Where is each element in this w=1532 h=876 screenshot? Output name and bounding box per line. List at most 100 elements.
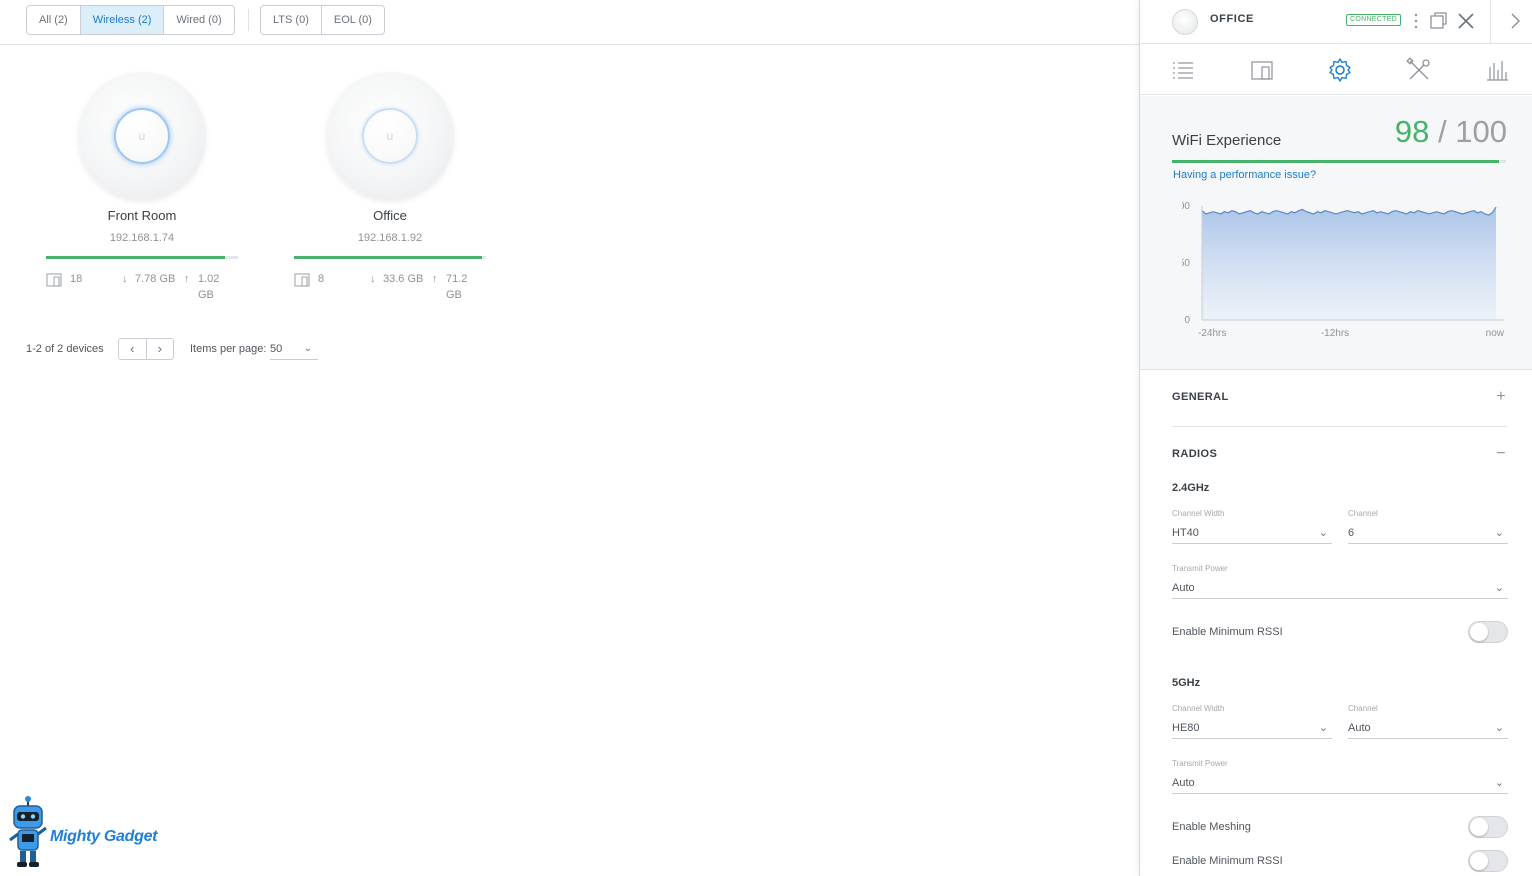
chevron-down-icon: ⌄ <box>1494 527 1504 539</box>
channel-label: Channel <box>1348 704 1378 713</box>
chevron-down-icon: ⌄ <box>1318 722 1328 734</box>
channel-5-value: Auto <box>1348 722 1371 734</box>
device-ip: 192.168.1.74 <box>109 232 175 244</box>
wifi-experience-section: WiFi Experience 98 / 100 Having a perfor… <box>1140 96 1532 370</box>
transmit-power-24-select[interactable]: Auto ⌄ <box>1172 577 1508 599</box>
ubiquiti-logo-icon: u <box>138 129 146 143</box>
close-icon[interactable] <box>1455 10 1477 32</box>
status-badge: CONNECTED <box>1346 14 1402 26</box>
robot-mascot-icon <box>9 796 47 867</box>
filter-divider <box>248 9 249 31</box>
header-divider <box>1490 0 1491 44</box>
channel-24-select[interactable]: 6 ⌄ <box>1348 522 1508 544</box>
chart-y-tick-label: 0 <box>1184 315 1190 326</box>
collapse-panel-chevron-right-icon[interactable] <box>1504 10 1526 32</box>
channel-width-5-select[interactable]: HE80 ⌄ <box>1172 717 1332 739</box>
tab-tools-icon[interactable] <box>1406 57 1432 83</box>
device-card-front-room[interactable]: u Front Room 192.168.1.74 18 ↓ 7.78 GB ↑… <box>46 72 238 301</box>
clients-icon <box>46 273 62 287</box>
device-card-office[interactable]: u Office 192.168.1.92 8 ↓ 33.6 GB ↑ 71.2… <box>294 72 486 301</box>
device-name: Office <box>373 208 407 223</box>
transmit-power-5-select[interactable]: Auto ⌄ <box>1172 772 1508 794</box>
general-section-header[interactable]: GENERAL + <box>1172 388 1508 409</box>
chart-y-tick-label: 100 <box>1182 201 1190 212</box>
next-page-button[interactable]: › <box>147 339 174 359</box>
download-arrow-icon: ↓ <box>370 273 376 285</box>
upload-amount: 1.02 GB <box>198 273 220 301</box>
channel-width-24-select[interactable]: HT40 ⌄ <box>1172 522 1332 544</box>
items-per-page-select[interactable]: 50 ⌄ <box>270 338 318 360</box>
popout-window-icon[interactable] <box>1427 10 1449 32</box>
more-vertical-icon[interactable] <box>1405 10 1427 32</box>
upload-amount: 71.2 GB <box>446 273 468 301</box>
mighty-gadget-watermark: Mighty Gadget <box>8 796 158 872</box>
filter-lts-button[interactable]: LTS (0) <box>261 6 322 34</box>
wifi-experience-bar-fill <box>1172 160 1500 163</box>
experience-bar-fill <box>294 256 483 259</box>
filter-all-button[interactable]: All (2) <box>27 6 81 34</box>
experience-bar-fill <box>46 256 225 259</box>
band-5ghz-title: 5GHz <box>1172 677 1201 689</box>
meshing-row: Enable Meshing <box>1172 814 1508 840</box>
section-divider <box>1172 426 1507 427</box>
meshing-label: Enable Meshing <box>1172 821 1251 833</box>
channel-width-label: Channel Width <box>1172 704 1225 713</box>
chart-x-tick-label: now <box>1486 328 1505 339</box>
score-value: 98 <box>1394 114 1430 149</box>
watermark-text: Mighty Gadget <box>50 828 158 845</box>
channel-5-select[interactable]: Auto ⌄ <box>1348 717 1508 739</box>
client-count: 8 <box>318 273 325 285</box>
toggle-knob <box>1470 852 1488 870</box>
chevron-down-icon: ⌄ <box>1494 722 1504 734</box>
filter-wireless-button[interactable]: Wireless (2) <box>80 6 165 34</box>
experience-bar <box>46 256 238 259</box>
performance-issue-link[interactable]: Having a performance issue? <box>1173 169 1316 181</box>
type-filter-group: All (2) Wireless (2) Wired (0) <box>26 5 235 35</box>
chevron-down-icon: ⌄ <box>1318 527 1328 539</box>
collapse-minus-icon[interactable]: − <box>1496 445 1506 463</box>
chevron-down-icon: ⌄ <box>1494 582 1504 594</box>
device-stats: 18 ↓ 7.78 GB ↑ 1.02 GB <box>46 271 238 301</box>
tab-settings-gear-icon[interactable] <box>1327 57 1353 83</box>
expand-plus-icon[interactable]: + <box>1496 388 1506 406</box>
client-count: 18 <box>70 273 83 285</box>
experience-bar <box>294 256 486 259</box>
min-rssi-5-toggle[interactable] <box>1468 850 1508 872</box>
min-rssi-24-row: Enable Minimum RSSI <box>1172 619 1508 645</box>
filter-eol-button[interactable]: EOL (0) <box>322 6 384 34</box>
device-detail-panel: OFFICE CONNECTED WiFi Experience 98 / 10… <box>1139 0 1532 876</box>
wifi-experience-score: 98 / 100 <box>1395 114 1507 150</box>
channel-width-24-value: HT40 <box>1172 527 1199 539</box>
radios-section-header[interactable]: RADIOS − <box>1172 445 1508 466</box>
min-rssi-24-label: Enable Minimum RSSI <box>1172 626 1283 638</box>
panel-tabs <box>1140 45 1532 95</box>
channel-label: Channel <box>1348 509 1378 518</box>
chart-y-tick-label: 50 <box>1182 258 1190 269</box>
tab-statistics-chart-icon[interactable] <box>1484 57 1510 83</box>
led-ring: u <box>362 108 418 164</box>
device-name: Front Room <box>107 208 177 223</box>
tab-details-list-icon[interactable] <box>1170 57 1196 83</box>
pagination-buttons: ‹ › <box>118 338 174 360</box>
general-section-title: GENERAL <box>1172 391 1229 403</box>
prev-page-button[interactable]: ‹ <box>119 339 147 359</box>
chart-x-tick-label: -24hrs <box>1198 328 1226 339</box>
radios-section-title: RADIOS <box>1172 448 1218 460</box>
download-amount: 33.6 GB <box>383 273 424 285</box>
wifi-experience-bar <box>1172 160 1506 163</box>
tab-clients-icon[interactable] <box>1249 57 1275 83</box>
toggle-knob <box>1470 818 1488 836</box>
pagination-summary: 1-2 of 2 devices <box>26 343 104 355</box>
filter-wired-button[interactable]: Wired (0) <box>164 6 233 34</box>
panel-device-title: OFFICE <box>1210 13 1254 25</box>
channel-width-5-value: HE80 <box>1172 722 1200 734</box>
upload-arrow-icon: ↑ <box>184 273 190 285</box>
band-24ghz-title: 2.4GHz <box>1172 482 1210 494</box>
min-rssi-24-toggle[interactable] <box>1468 621 1508 643</box>
meshing-toggle[interactable] <box>1468 816 1508 838</box>
device-ip: 192.168.1.92 <box>357 232 423 244</box>
access-point-image: u <box>326 72 454 200</box>
upload-arrow-icon: ↑ <box>432 273 438 285</box>
chart-area-fill <box>1202 207 1496 320</box>
access-point-image: u <box>78 72 206 200</box>
